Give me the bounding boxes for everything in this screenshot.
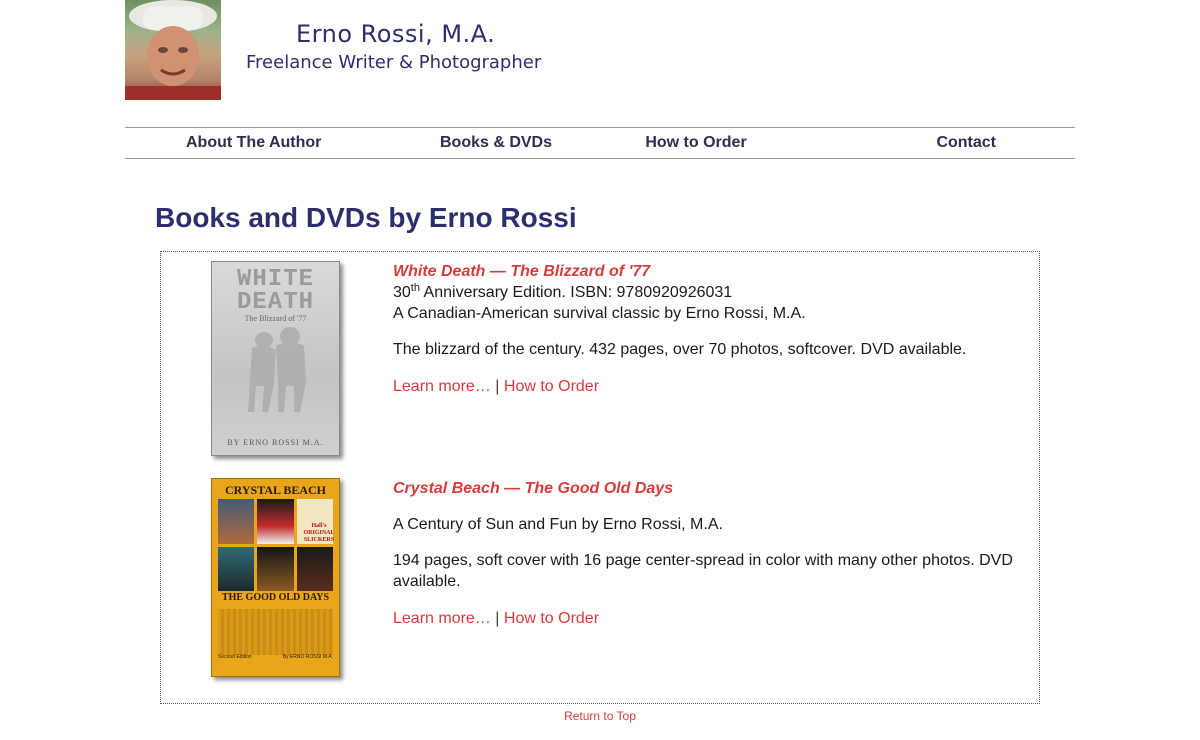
cover-photo	[218, 499, 255, 544]
product-tagline: A Canadian-American survival classic by …	[393, 305, 806, 322]
cover-photo	[257, 499, 294, 544]
cover-subtitle: The Blizzard of '77	[244, 314, 307, 323]
product-links: Learn more… | How to Order	[393, 608, 1023, 629]
author-photo	[125, 0, 221, 100]
site-header: Erno Rossi, M.A. Freelance Writer & Phot…	[125, 0, 1075, 100]
product-links: Learn more… | How to Order	[393, 376, 1023, 397]
cover-author: By ERNO ROSSI M.A.	[282, 654, 333, 660]
cover-beach-photo	[218, 609, 333, 655]
site-subtitle: Freelance Writer & Photographer	[246, 52, 542, 73]
cover-photo	[257, 546, 294, 591]
page-heading: Books and DVDs by Erno Rossi	[155, 202, 577, 233]
cover-photo	[296, 546, 333, 591]
cover-title: CRYSTAL BEACH	[224, 483, 327, 497]
product-edition: 30th Anniversary Edition. ISBN: 97809209…	[393, 282, 1023, 303]
crystal-beach-cover-image[interactable]: CRYSTAL BEACH Hall's ORIGINAL SLICKERS T…	[211, 478, 340, 677]
product-tagline: A Century of Sun and Fun by Erno Rossi, …	[393, 516, 723, 533]
edition-suffix: th	[410, 282, 420, 294]
learn-more-link[interactable]: Learn more…	[393, 378, 491, 395]
nav-books-dvds[interactable]: Books & DVDs	[396, 128, 596, 158]
cover-bottom-title: THE GOOD OLD DAYS	[221, 592, 330, 603]
cover-sign: Hall's ORIGINAL SLICKERS	[303, 523, 335, 543]
product-info: Crystal Beach — The Good Old Days A Cent…	[393, 478, 1023, 629]
site-title: Erno Rossi, M.A.	[296, 20, 496, 48]
learn-more-link[interactable]: Learn more…	[393, 610, 491, 627]
edition-number: 30	[393, 284, 411, 301]
how-to-order-link[interactable]: How to Order	[504, 610, 599, 627]
product-info: White Death — The Blizzard of '77 30th A…	[393, 261, 1023, 397]
edition-isbn: Anniversary Edition. ISBN: 9780920926031	[419, 284, 733, 301]
product-description: The blizzard of the century. 432 pages, …	[393, 341, 967, 358]
cover-author: BY ERNO ROSSI M.A.	[227, 438, 324, 447]
cover-photo-grid	[218, 499, 333, 591]
cover-photo	[218, 546, 255, 591]
how-to-order-link[interactable]: How to Order	[504, 378, 599, 395]
white-death-cover-image[interactable]: WHITE DEATH The Blizzard of '77 BY ERNO …	[211, 261, 340, 456]
return-to-top-link[interactable]: Return to Top	[125, 709, 1075, 723]
cover-edition: Second Edition	[218, 654, 252, 660]
cover-figures-illustration	[248, 327, 306, 412]
product-description: 194 pages, soft cover with 16 page cente…	[393, 552, 1013, 590]
nav-contact[interactable]: Contact	[796, 128, 1075, 158]
cover-title-line2: DEATH	[236, 289, 314, 316]
product-title-link[interactable]: Crystal Beach — The Good Old Days	[393, 478, 1023, 499]
product-title-link[interactable]: White Death — The Blizzard of '77	[393, 261, 1023, 282]
link-separator: |	[495, 378, 500, 395]
page: Erno Rossi, M.A. Freelance Writer & Phot…	[125, 0, 1075, 740]
main-nav: About The Author Books & DVDs How to Ord…	[125, 127, 1075, 159]
cover-title: WHITE DEATH	[212, 268, 339, 316]
link-separator: |	[495, 610, 500, 627]
nav-how-to-order[interactable]: How to Order	[596, 128, 796, 158]
product-list: WHITE DEATH The Blizzard of '77 BY ERNO …	[160, 251, 1040, 704]
nav-about-the-author[interactable]: About The Author	[125, 128, 396, 158]
